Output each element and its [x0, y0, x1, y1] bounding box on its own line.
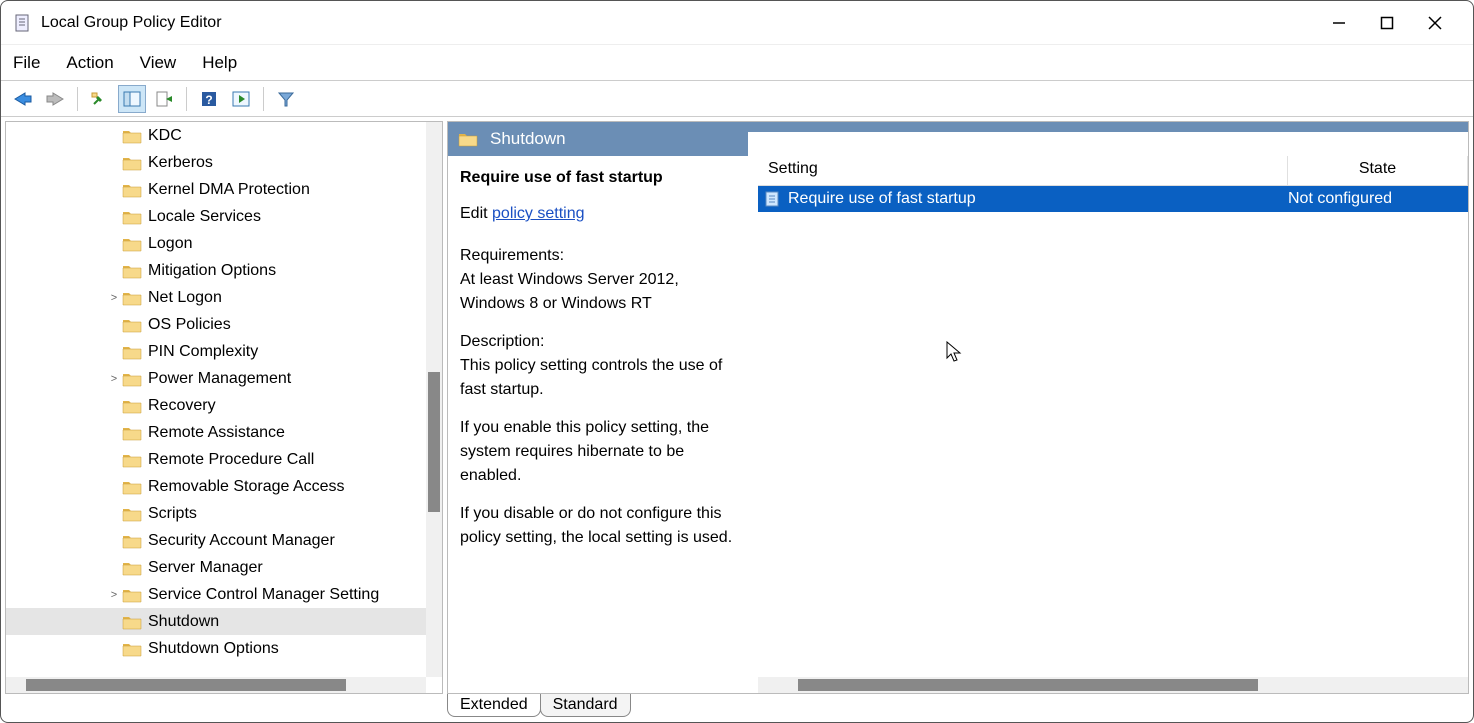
edit-prefix: Edit: [460, 205, 492, 222]
tree-item-label: Removable Storage Access: [148, 478, 345, 496]
row-state: Not configured: [1288, 190, 1468, 208]
requirements-label: Requirements:: [460, 247, 564, 264]
tree-item-label: Remote Procedure Call: [148, 451, 314, 469]
tree-item-label: PIN Complexity: [148, 343, 258, 361]
tree-item[interactable]: Shutdown Options: [6, 635, 426, 662]
settings-list: Setting State Require use of fast startu…: [758, 156, 1468, 693]
column-state[interactable]: State: [1288, 156, 1468, 185]
tree-item-label: OS Policies: [148, 316, 231, 334]
list-horizontal-scrollbar[interactable]: [758, 677, 1468, 693]
list-header: Setting State: [758, 156, 1468, 186]
menubar: File Action View Help: [1, 45, 1473, 81]
description-p2: If you enable this policy setting, the s…: [460, 416, 746, 488]
tree-item[interactable]: Kernel DMA Protection: [6, 176, 426, 203]
tree-item-label: Shutdown Options: [148, 640, 279, 658]
tree-item-label: Kerberos: [148, 154, 213, 172]
up-button[interactable]: [86, 85, 114, 113]
chevron-right-icon[interactable]: >: [106, 589, 122, 601]
tree-item-label: Power Management: [148, 370, 291, 388]
tree-pane: KDC Kerberos Kernel DMA Protection Locale S…: [5, 121, 443, 694]
tree-item[interactable]: Kerberos: [6, 149, 426, 176]
tree-item-label: Mitigation Options: [148, 262, 276, 280]
tree-item-label: Logon: [148, 235, 193, 253]
description-p1: This policy setting controls the use of …: [460, 357, 722, 398]
main-split: KDC Kerberos Kernel DMA Protection Locale S…: [1, 117, 1473, 694]
view-tabs: Extended Standard: [447, 694, 1473, 722]
tree-item-label: Security Account Manager: [148, 532, 335, 550]
toolbar: ?: [1, 81, 1473, 117]
minimize-button[interactable]: [1329, 13, 1349, 33]
forward-button[interactable]: [41, 85, 69, 113]
tree-item-label: Recovery: [148, 397, 216, 415]
setting-title: Require use of fast startup: [460, 166, 746, 190]
tree-item[interactable]: Logon: [6, 230, 426, 257]
back-button[interactable]: [9, 85, 37, 113]
tree-horizontal-scrollbar[interactable]: [6, 677, 426, 693]
requirements-text: At least Windows Server 2012, Windows 8 …: [460, 271, 679, 312]
app-icon: [13, 13, 33, 33]
tree-item[interactable]: > Service Control Manager Setting: [6, 581, 426, 608]
tree-item[interactable]: KDC: [6, 122, 426, 149]
tree-item[interactable]: Removable Storage Access: [6, 473, 426, 500]
window-title: Local Group Policy Editor: [41, 14, 222, 32]
tree-item[interactable]: Scripts: [6, 500, 426, 527]
tree-item[interactable]: Mitigation Options: [6, 257, 426, 284]
tree-item-label: Service Control Manager Setting: [148, 586, 379, 604]
tree-item[interactable]: OS Policies: [6, 311, 426, 338]
tree-item[interactable]: Remote Procedure Call: [6, 446, 426, 473]
tree-item-label: Server Manager: [148, 559, 263, 577]
close-button[interactable]: [1425, 13, 1445, 33]
chevron-right-icon[interactable]: >: [106, 373, 122, 385]
tree-item-label: Shutdown: [148, 613, 219, 631]
tree-item[interactable]: Security Account Manager: [6, 527, 426, 554]
tree-item-label: Locale Services: [148, 208, 261, 226]
menu-help[interactable]: Help: [202, 53, 237, 73]
help-button[interactable]: ?: [195, 85, 223, 113]
tree-vertical-scrollbar[interactable]: [426, 122, 442, 677]
tree-item-label: Remote Assistance: [148, 424, 285, 442]
tree-item[interactable]: PIN Complexity: [6, 338, 426, 365]
toggle-pane-button[interactable]: [118, 85, 146, 113]
svg-text:?: ?: [205, 93, 212, 107]
menu-action[interactable]: Action: [66, 53, 113, 73]
menu-view[interactable]: View: [140, 53, 177, 73]
column-setting[interactable]: Setting: [758, 156, 1288, 185]
folder-title: Shutdown: [490, 129, 566, 149]
maximize-button[interactable]: [1377, 13, 1397, 33]
tree-item[interactable]: Shutdown: [6, 608, 426, 635]
tree-item[interactable]: > Net Logon: [6, 284, 426, 311]
policy-setting-link[interactable]: policy setting: [492, 205, 585, 222]
tab-standard[interactable]: Standard: [540, 694, 631, 717]
tree-item-label: KDC: [148, 127, 182, 145]
menu-file[interactable]: File: [13, 53, 40, 73]
filter-button[interactable]: [272, 85, 300, 113]
tree-item-label: Scripts: [148, 505, 197, 523]
titlebar: Local Group Policy Editor: [1, 1, 1473, 45]
details-pane: Shutdown Require use of fast startup Edi…: [447, 121, 1469, 694]
tree-item-label: Kernel DMA Protection: [148, 181, 310, 199]
setting-row[interactable]: Require use of fast startupNot configure…: [758, 186, 1468, 212]
chevron-right-icon[interactable]: >: [106, 292, 122, 304]
policy-icon: [764, 190, 782, 208]
description-column: Require use of fast startup Edit policy …: [448, 156, 758, 693]
description-p3: If you disable or do not configure this …: [460, 502, 746, 550]
tab-extended[interactable]: Extended: [447, 694, 541, 717]
window-controls: [1329, 13, 1473, 33]
tree-item-label: Net Logon: [148, 289, 222, 307]
export-button[interactable]: [150, 85, 178, 113]
tree-item[interactable]: Server Manager: [6, 554, 426, 581]
tree-item[interactable]: > Power Management: [6, 365, 426, 392]
description-label: Description:: [460, 333, 544, 350]
run-button[interactable]: [227, 85, 255, 113]
tree-item[interactable]: Locale Services: [6, 203, 426, 230]
row-setting: Require use of fast startup: [788, 190, 1288, 208]
tree-item[interactable]: Remote Assistance: [6, 419, 426, 446]
tree-item[interactable]: Recovery: [6, 392, 426, 419]
